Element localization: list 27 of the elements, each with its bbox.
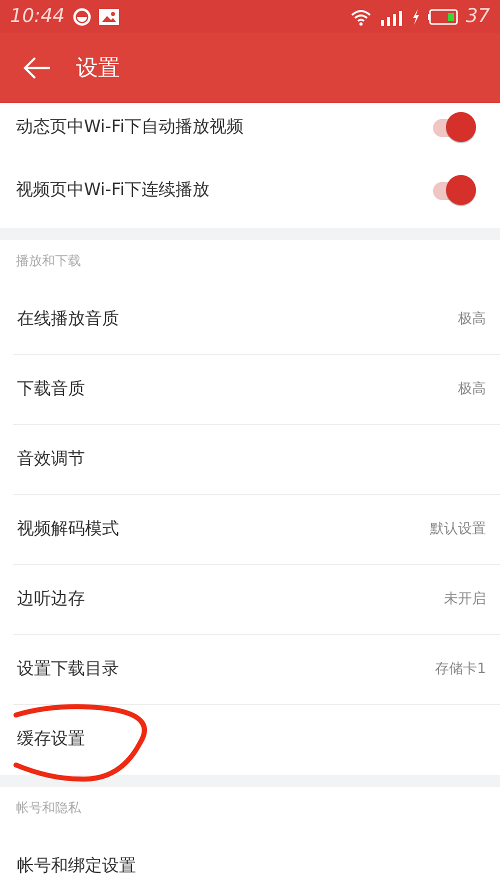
status-time: 10:44 bbox=[10, 4, 65, 30]
setting-label: 视频页中Wi-Fi下连续播放 bbox=[16, 178, 210, 202]
settings-row[interactable]: 边听边存 未开启 bbox=[13, 565, 500, 635]
settings-row[interactable]: 下载音质 极高 bbox=[13, 355, 500, 425]
setting-value: 极高 bbox=[458, 310, 486, 329]
settings-row[interactable]: 帐号和绑定设置 bbox=[13, 832, 500, 879]
back-button[interactable] bbox=[22, 56, 52, 80]
charging-icon bbox=[412, 8, 420, 24]
section-header: 播放和下载 bbox=[16, 254, 81, 269]
toggle-switch[interactable] bbox=[430, 112, 476, 144]
image-icon bbox=[98, 8, 119, 24]
section-header: 帐号和隐私 bbox=[16, 801, 81, 816]
battery-percent: 37 bbox=[466, 4, 490, 30]
battery-icon bbox=[428, 8, 458, 24]
page-title: 设置 bbox=[76, 54, 120, 82]
settings-row[interactable]: 视频解码模式 默认设置 bbox=[13, 495, 500, 565]
wifi-icon bbox=[350, 8, 372, 26]
settings-row[interactable]: 设置下载目录 存储卡1 bbox=[13, 635, 500, 705]
settings-row[interactable]: 缓存设置 bbox=[13, 705, 500, 775]
setting-value: 存储卡1 bbox=[435, 660, 486, 679]
setting-value: 默认设置 bbox=[430, 520, 486, 539]
setting-label: 动态页中Wi-Fi下自动播放视频 bbox=[16, 116, 244, 140]
notification-icon bbox=[72, 8, 91, 26]
setting-value: 极高 bbox=[458, 380, 486, 399]
settings-row[interactable]: 在线播放音质 极高 bbox=[13, 285, 500, 355]
settings-row[interactable]: 音效调节 bbox=[13, 425, 500, 495]
setting-value: 未开启 bbox=[444, 590, 486, 609]
